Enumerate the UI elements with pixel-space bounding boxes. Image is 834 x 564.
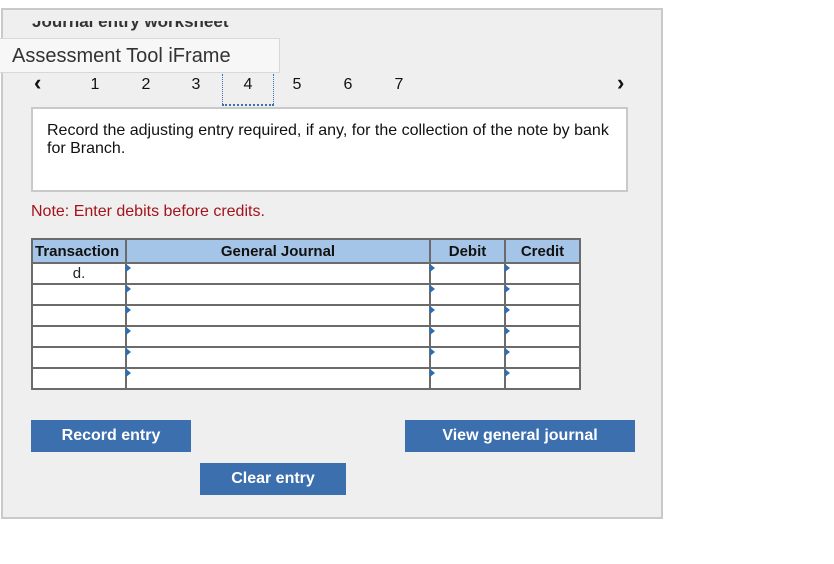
clear-entry-button[interactable]: Clear entry <box>200 463 346 495</box>
journal-table: Transaction General Journal Debit Credit… <box>31 238 581 390</box>
credit-input[interactable] <box>504 283 581 306</box>
transaction-cell <box>31 346 127 369</box>
header-credit: Credit <box>504 238 581 264</box>
transaction-cell <box>31 325 127 348</box>
header-transaction: Transaction <box>31 238 127 264</box>
credit-input[interactable] <box>504 346 581 369</box>
credit-input[interactable] <box>504 304 581 327</box>
table-row <box>31 283 581 306</box>
next-arrow-icon[interactable]: › <box>617 72 624 94</box>
account-input[interactable] <box>125 262 431 285</box>
record-entry-button[interactable]: Record entry <box>31 420 191 452</box>
debit-input[interactable] <box>429 283 506 306</box>
worksheet-title-clipped: Journal entry worksheet <box>32 21 229 31</box>
table-row <box>31 346 581 369</box>
view-general-journal-button[interactable]: View general journal <box>405 420 635 452</box>
question-text: Record the adjusting entry required, if … <box>47 122 609 157</box>
question-box: Record the adjusting entry required, if … <box>31 107 628 192</box>
account-input[interactable] <box>125 283 431 306</box>
step-7[interactable]: 7 <box>389 74 409 96</box>
account-input[interactable] <box>125 304 431 327</box>
table-row <box>31 304 581 327</box>
credit-input[interactable] <box>504 262 581 285</box>
account-input[interactable] <box>125 367 431 390</box>
table-row: d. <box>31 262 581 285</box>
header-debit: Debit <box>429 238 506 264</box>
table-row <box>31 367 581 390</box>
debit-input[interactable] <box>429 367 506 390</box>
debit-input[interactable] <box>429 325 506 348</box>
account-input[interactable] <box>125 325 431 348</box>
credit-input[interactable] <box>504 367 581 390</box>
debit-input[interactable] <box>429 304 506 327</box>
step-1[interactable]: 1 <box>85 74 105 96</box>
note-text: Note: Enter debits before credits. <box>31 203 265 220</box>
debit-input[interactable] <box>429 346 506 369</box>
iframe-label: Assessment Tool iFrame <box>0 38 280 73</box>
transaction-cell <box>31 304 127 327</box>
transaction-cell: d. <box>31 262 127 285</box>
prev-arrow-icon[interactable]: ‹ <box>34 72 41 94</box>
step-4-active[interactable]: 4 <box>222 74 274 106</box>
transaction-cell <box>31 367 127 390</box>
step-5[interactable]: 5 <box>287 74 307 96</box>
step-2[interactable]: 2 <box>136 74 156 96</box>
table-row <box>31 325 581 348</box>
header-general-journal: General Journal <box>125 238 431 264</box>
step-3[interactable]: 3 <box>186 74 206 96</box>
account-input[interactable] <box>125 346 431 369</box>
credit-input[interactable] <box>504 325 581 348</box>
step-6[interactable]: 6 <box>338 74 358 96</box>
transaction-cell <box>31 283 127 306</box>
debit-input[interactable] <box>429 262 506 285</box>
